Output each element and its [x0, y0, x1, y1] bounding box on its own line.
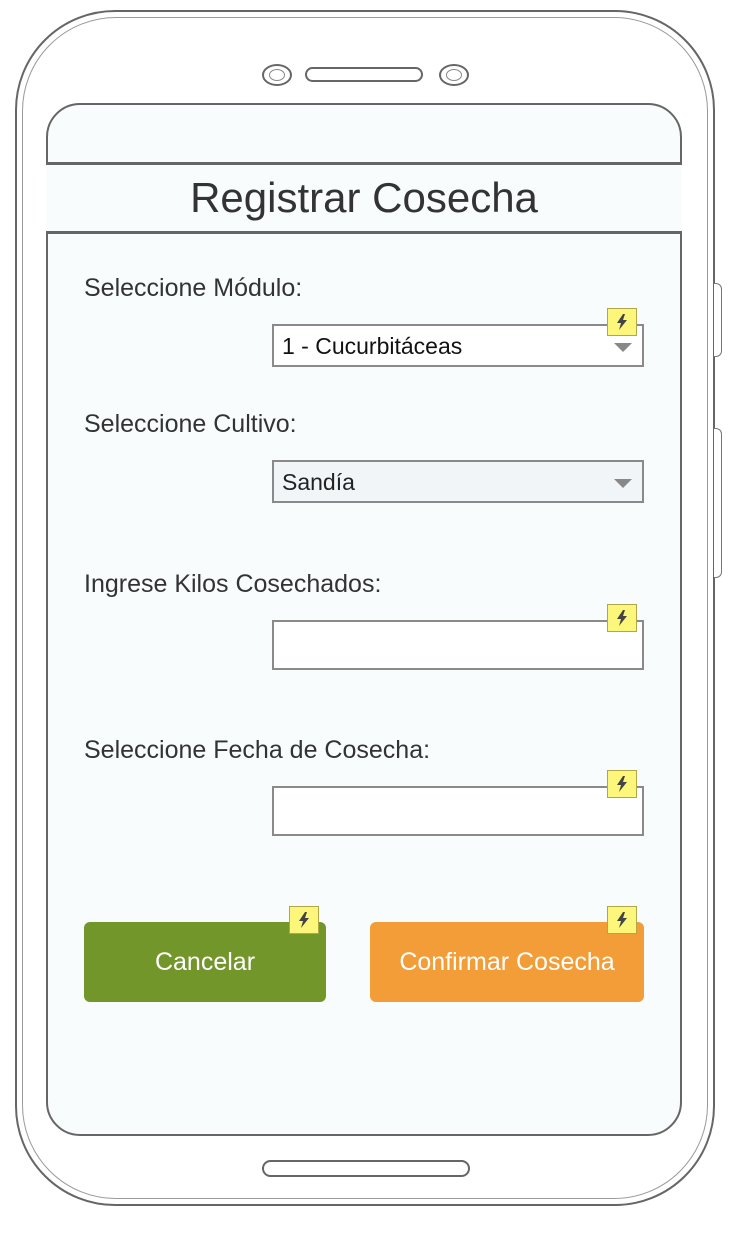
lightning-bolt-icon — [607, 906, 637, 934]
confirm-button[interactable]: Confirmar Cosecha — [370, 922, 644, 1002]
title-bar: Registrar Cosecha — [46, 162, 682, 234]
lightning-bolt-icon — [607, 308, 637, 336]
speaker-grille — [305, 67, 423, 82]
fecha-label: Seleccione Fecha de Cosecha: — [84, 736, 431, 764]
lightning-bolt-icon — [607, 770, 637, 798]
modulo-label: Seleccione Módulo: — [84, 274, 303, 302]
lightning-bolt-icon — [289, 906, 319, 934]
cancel-button[interactable]: Cancelar — [84, 922, 326, 1002]
fecha-input[interactable] — [272, 786, 644, 836]
cancel-button-label: Cancelar — [154, 947, 256, 976]
kilos-input[interactable] — [272, 620, 644, 670]
home-indicator — [262, 1160, 470, 1177]
chevron-down-icon — [614, 479, 632, 488]
cultivo-label: Seleccione Cultivo: — [84, 410, 297, 438]
cultivo-select[interactable]: Sandía — [272, 460, 644, 503]
confirm-button-label: Confirmar Cosecha — [399, 947, 615, 976]
page-title: Registrar Cosecha — [190, 174, 538, 221]
camera-right-icon — [439, 64, 469, 86]
camera-left-icon — [262, 64, 292, 86]
kilos-label: Ingrese Kilos Cosechados: — [84, 570, 382, 598]
side-button-top — [714, 283, 722, 357]
side-button-bottom — [714, 428, 722, 578]
chevron-down-icon — [614, 343, 632, 352]
modulo-select-value: 1 - Cucurbitáceas — [282, 333, 463, 359]
modulo-select[interactable]: 1 - Cucurbitáceas — [272, 324, 644, 367]
cultivo-select-value: Sandía — [282, 469, 355, 495]
lightning-bolt-icon — [607, 604, 637, 632]
